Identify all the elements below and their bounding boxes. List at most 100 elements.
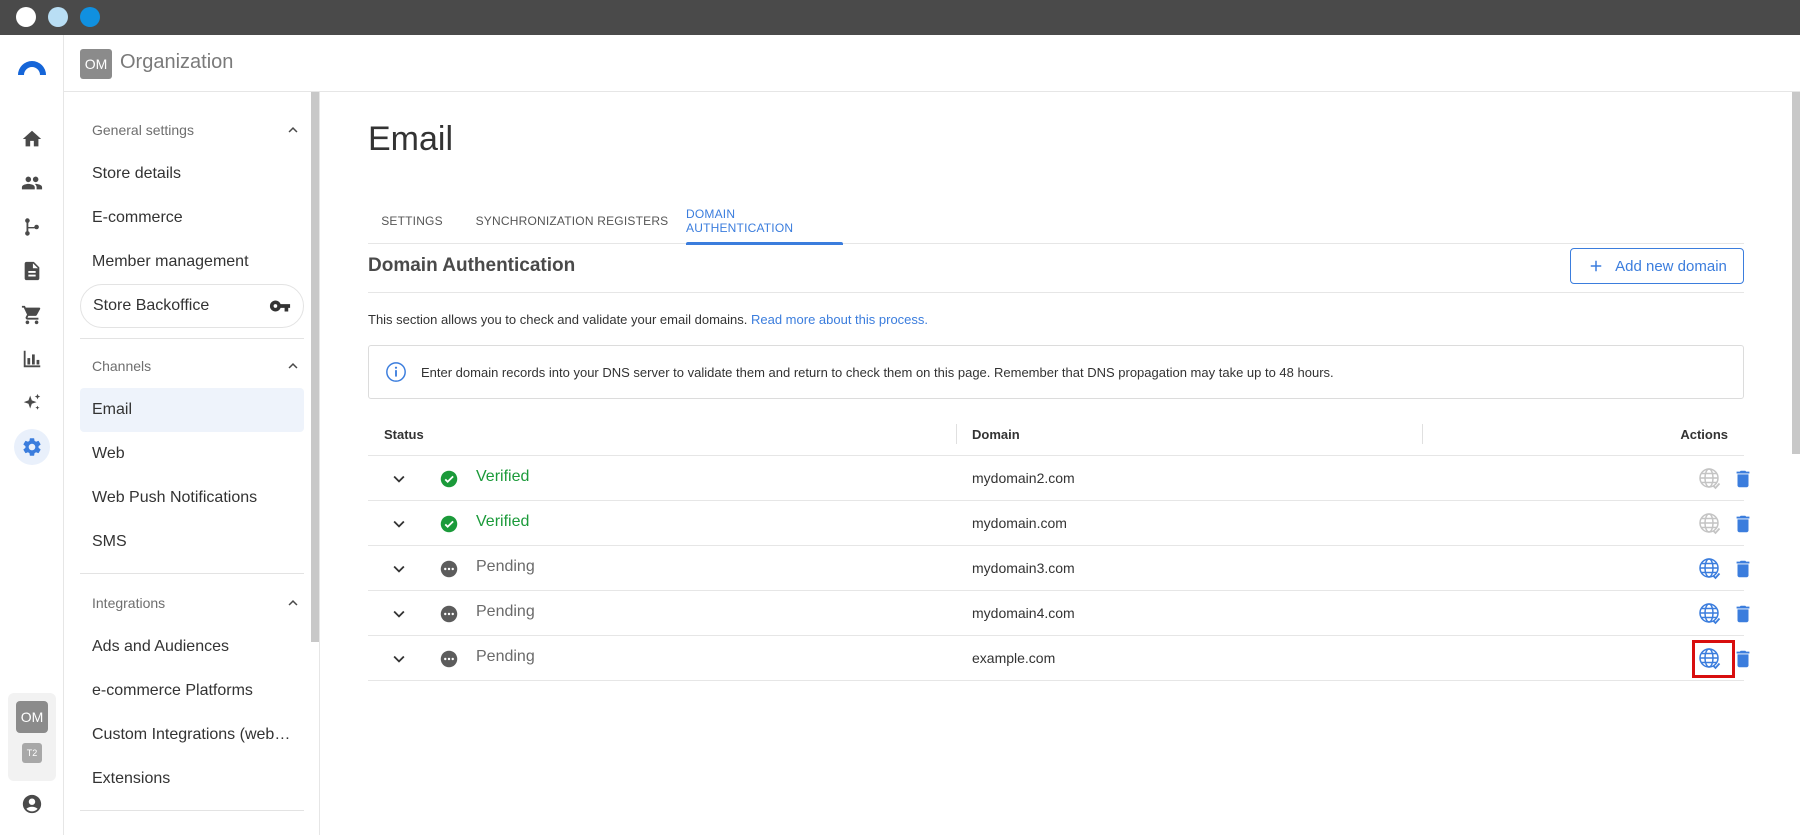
add-new-domain-label: Add new domain [1615,257,1727,275]
workspace-sub-avatar[interactable]: T2 [22,743,42,763]
table-row: Verified mydomain2.com [368,456,1750,501]
tab-settings[interactable]: SETTINGS [368,198,456,244]
gear-icon[interactable] [14,429,50,465]
plus-icon [1590,260,1602,272]
document-icon[interactable] [14,253,50,289]
sidebar-item-member-management[interactable]: Member management [80,240,304,284]
sidebar-divider [80,338,304,339]
chevron-down-icon [393,610,405,618]
section-general-settings-label: General settings [92,122,194,138]
sparkle-icon[interactable] [14,385,50,421]
globe-check-icon[interactable] [1698,557,1722,581]
sidebar-item-web-push[interactable]: Web Push Notifications [80,476,304,520]
app-logo-icon[interactable] [16,55,48,77]
main-scrollbar[interactable] [1792,92,1800,454]
icon-rail: OM T2 [0,35,64,835]
domains-table-header: Status Domain Actions [368,412,1744,456]
more-horizontal-circle-icon [440,605,458,623]
chevron-down-icon [393,520,405,528]
trash-icon[interactable] [1732,467,1754,491]
check-circle-icon [440,515,458,533]
sidebar-divider [80,573,304,574]
tab-domain-authentication[interactable]: DOMAIN AUTHENTICATION [686,198,843,245]
add-new-domain-button[interactable]: Add new domain [1570,248,1744,284]
table-row: Pending example.com [368,636,1750,681]
expand-row-button[interactable] [388,513,410,535]
window-close-button[interactable] [16,7,36,27]
expand-row-button[interactable] [388,558,410,580]
column-separator [956,424,957,444]
sidebar-item-label: Store Backoffice [93,297,210,314]
org-avatar[interactable]: OM [80,49,112,79]
account-icon[interactable] [14,786,50,822]
people-icon[interactable] [14,165,50,201]
domain-name: mydomain2.com [972,470,1075,486]
column-actions: Actions [1680,426,1728,442]
trash-icon[interactable] [1732,512,1754,536]
info-text: Enter domain records into your DNS serve… [421,364,1334,380]
settings-sidebar: General settings Store details E-commerc… [64,92,320,835]
globe-check-icon[interactable] [1698,647,1722,671]
sidebar-item-store-backoffice[interactable]: Store Backoffice [80,284,304,328]
workspace-switcher[interactable]: OM T2 [8,693,56,781]
expand-row-button[interactable] [388,468,410,490]
sidebar-item-sms[interactable]: SMS [80,520,304,564]
sidebar-item-label: Custom Integrations (webh… [92,726,292,743]
chevron-up-icon [288,600,298,606]
status-label: Pending [476,558,535,575]
home-icon[interactable] [14,121,50,157]
globe-check-icon[interactable] [1698,512,1722,536]
chevron-down-icon [393,655,405,663]
section-divider [368,292,1744,293]
more-horizontal-circle-icon [440,650,458,668]
window-maximize-button[interactable] [80,7,100,27]
chevron-down-icon [393,475,405,483]
domain-name: example.com [972,650,1056,666]
sidebar-scrollbar[interactable] [311,92,319,642]
trash-icon[interactable] [1732,557,1754,581]
status-label: Pending [476,648,535,665]
status-label: Verified [476,468,530,485]
description: This section allows you to check and val… [368,312,928,327]
window-titlebar [0,0,1800,35]
sidebar-item-extensions[interactable]: Extensions [80,757,304,801]
globe-check-icon[interactable] [1698,467,1722,491]
status-label: Pending [476,603,535,620]
sidebar-item-ads-audiences[interactable]: Ads and Audiences [80,625,304,669]
org-name[interactable]: Organization [120,51,233,74]
read-more-link[interactable]: Read more about this process. [751,312,928,327]
cart-icon[interactable] [14,297,50,333]
trash-icon[interactable] [1732,602,1754,626]
description-text: This section allows you to check and val… [368,312,748,327]
info-banner: Enter domain records into your DNS serve… [368,345,1744,399]
column-separator [1422,424,1423,444]
globe-check-icon[interactable] [1698,602,1722,626]
workspace-avatar[interactable]: OM [16,701,48,733]
check-circle-icon [440,470,458,488]
section-integrations[interactable]: Integrations [92,591,302,615]
tab-bar: SETTINGS SYNCHRONIZATION REGISTERS DOMAI… [368,198,1744,245]
table-row: Verified mydomain.com [368,501,1750,546]
sidebar-item-web[interactable]: Web [80,432,304,476]
sidebar-item-custom-integrations[interactable]: Custom Integrations (webh… [80,713,304,757]
section-channels[interactable]: Channels [92,354,302,378]
chevron-up-icon [288,363,298,369]
expand-row-button[interactable] [388,648,410,670]
sidebar-item-ecommerce-platforms[interactable]: e-commerce Platforms [80,669,304,713]
tab-synchronization-registers[interactable]: SYNCHRONIZATION REGISTERS [468,198,676,244]
sidebar-item-e-commerce[interactable]: E-commerce [80,196,304,240]
key-icon [269,300,291,312]
sidebar-item-email[interactable]: Email [80,388,304,432]
trash-icon[interactable] [1732,647,1754,671]
flow-icon[interactable] [14,209,50,245]
bar-chart-icon[interactable] [14,341,50,377]
domain-name: mydomain.com [972,515,1067,531]
section-title: Domain Authentication [368,255,576,276]
window-minimize-button[interactable] [48,7,68,27]
table-row: Pending mydomain4.com [368,591,1750,636]
sidebar-item-store-details[interactable]: Store details [80,152,304,196]
chevron-down-icon [393,565,405,573]
column-domain: Domain [972,426,1020,442]
section-general-settings[interactable]: General settings [92,118,302,142]
expand-row-button[interactable] [388,603,410,625]
